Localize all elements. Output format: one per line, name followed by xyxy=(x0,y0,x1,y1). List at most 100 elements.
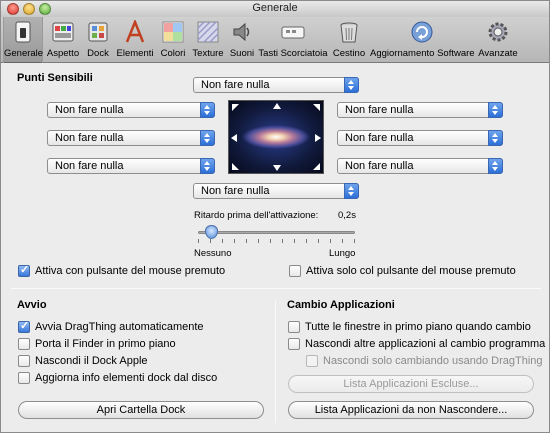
popup-value: Non fare nulla xyxy=(55,160,124,172)
popup-value: Non fare nulla xyxy=(201,79,270,91)
elements-icon xyxy=(125,20,145,43)
activate-with-mouse-checkbox[interactable]: Attiva con pulsante del mouse premuto xyxy=(18,263,226,277)
delay-slider-knob[interactable] xyxy=(205,225,219,239)
tab-texture[interactable]: Texture xyxy=(190,17,226,63)
app-switch-option-all-windows[interactable]: Tutte le finestre in primo piano quando … xyxy=(288,321,531,333)
edge-arrow-right-icon xyxy=(315,134,321,142)
app-switch-option-hide-others[interactable]: Nascondi altre applicazioni al cambio pr… xyxy=(288,338,545,350)
slider-tick xyxy=(354,239,355,243)
tab-elementi[interactable]: Elementi xyxy=(114,17,156,63)
popup-value: Non fare nulla xyxy=(55,132,124,144)
tab-label: Colori xyxy=(160,48,186,59)
startup-option-update-info[interactable]: Aggiorna info elementi dock dal disco xyxy=(18,372,217,384)
popup-arrows-icon xyxy=(344,183,359,199)
appearance-icon xyxy=(52,22,74,42)
startup-option-finder-front[interactable]: Porta il Finder in primo piano xyxy=(18,338,176,350)
tab-label: Aggiornamento Software xyxy=(370,48,475,59)
checkbox-box[interactable] xyxy=(18,319,30,333)
hot-corner-left-middle-popup[interactable]: Non fare nulla xyxy=(47,130,215,146)
corner-arrow-top-left-icon xyxy=(232,104,239,111)
tab-label: Cestino xyxy=(332,48,366,59)
keyboard-icon xyxy=(281,26,305,39)
do-not-hide-apps-list-button[interactable]: Lista Applicazioni da non Nascondere... xyxy=(288,401,534,419)
checkbox-box[interactable] xyxy=(288,321,300,333)
activate-only-mouse-checkbox[interactable]: Attiva solo col pulsante del mouse premu… xyxy=(289,265,516,277)
popup-arrows-icon xyxy=(200,102,215,118)
tab-colori[interactable]: Colori xyxy=(157,17,189,63)
delay-value: 0,2s xyxy=(338,210,356,221)
checkbox-box[interactable] xyxy=(18,372,30,384)
slider-tick xyxy=(342,239,343,243)
tab-aspetto[interactable]: Aspetto xyxy=(44,17,82,63)
section-divider xyxy=(11,288,541,289)
tab-label: Avanzate xyxy=(478,48,518,59)
excluded-apps-list-button: Lista Applicazioni Escluse... xyxy=(288,375,534,393)
corner-arrow-bottom-left-icon xyxy=(232,163,239,170)
tab-suoni[interactable]: Suoni xyxy=(227,17,257,63)
title-bar: Generale xyxy=(1,1,549,17)
slider-tick xyxy=(234,239,235,243)
checkbox-label: Porta il Finder in primo piano xyxy=(35,338,176,350)
preferences-toolbar: Generale Aspetto Dock Elementi Colori Te… xyxy=(1,17,549,63)
hot-corner-bottom-popup[interactable]: Non fare nulla xyxy=(193,183,359,199)
checkbox-box[interactable] xyxy=(288,338,300,350)
edge-arrow-bottom-icon xyxy=(273,165,281,171)
startup-option-launch[interactable]: Avvia DragThing automaticamente xyxy=(18,319,204,333)
checkbox-box[interactable] xyxy=(18,355,30,367)
tab-label: Elementi xyxy=(116,48,154,59)
tab-cestino[interactable]: Cestino xyxy=(329,17,369,63)
hot-corner-right-bottom-popup[interactable]: Non fare nulla xyxy=(337,158,503,174)
slider-tick xyxy=(258,239,259,243)
hot-corner-left-top-popup[interactable]: Non fare nulla xyxy=(47,102,215,118)
corner-arrow-top-right-icon xyxy=(313,104,320,111)
tab-label: Aspetto xyxy=(46,48,80,59)
hot-corner-right-middle-popup[interactable]: Non fare nulla xyxy=(337,130,503,146)
hot-corner-left-bottom-popup[interactable]: Non fare nulla xyxy=(47,158,215,174)
delay-label: Ritardo prima dell'attivazione: xyxy=(194,210,319,221)
slider-tick xyxy=(246,239,247,243)
update-icon xyxy=(411,21,433,43)
popup-value: Non fare nulla xyxy=(345,160,414,172)
checkbox-box[interactable] xyxy=(18,263,30,277)
checkbox-label: Nascondi solo cambiando usando DragThing xyxy=(323,355,543,367)
tab-tasti-scorciatoia[interactable]: Tasti Scorciatoia xyxy=(258,17,328,63)
slider-min-label: Nessuno xyxy=(194,248,232,259)
gear-icon xyxy=(488,22,508,42)
checkbox-label: Attiva con pulsante del mouse premuto xyxy=(35,265,226,277)
tab-label: Generale xyxy=(4,48,44,59)
hot-corner-top-popup[interactable]: Non fare nulla xyxy=(193,77,359,93)
hot-corner-right-top-popup[interactable]: Non fare nulla xyxy=(337,102,503,118)
trash-icon xyxy=(340,22,358,43)
window-title: Generale xyxy=(252,2,298,14)
popup-arrows-icon xyxy=(200,158,215,174)
popup-arrows-icon xyxy=(200,130,215,146)
slider-tick xyxy=(210,239,211,243)
tab-dock[interactable]: Dock xyxy=(83,17,113,63)
slider-tick xyxy=(198,239,199,243)
checkbox-box xyxy=(306,355,318,367)
checkbox-label: Tutte le finestre in primo piano quando … xyxy=(305,321,531,333)
popup-value: Non fare nulla xyxy=(345,104,414,116)
checkbox-label: Nascondi il Dock Apple xyxy=(35,355,148,367)
edge-arrow-left-icon xyxy=(231,134,237,142)
checkbox-box[interactable] xyxy=(18,338,30,350)
column-divider xyxy=(275,301,276,423)
app-switching-section-title: Cambio Applicazioni xyxy=(287,299,395,311)
slider-tick xyxy=(294,239,295,243)
checkbox-box[interactable] xyxy=(289,265,301,277)
startup-option-hide-dock[interactable]: Nascondi il Dock Apple xyxy=(18,355,148,367)
popup-value: Non fare nulla xyxy=(201,185,270,197)
texture-icon xyxy=(197,21,219,43)
tab-aggiornamento-software[interactable]: Aggiornamento Software xyxy=(370,17,475,63)
speaker-icon xyxy=(233,22,250,42)
checkbox-label: Attiva solo col pulsante del mouse premu… xyxy=(306,265,516,277)
dock-icon xyxy=(88,22,108,42)
popup-arrows-icon xyxy=(344,77,359,93)
slider-tick xyxy=(318,239,319,243)
colors-icon xyxy=(162,21,184,43)
tab-avanzate[interactable]: Avanzate xyxy=(475,17,521,63)
delay-slider-track[interactable] xyxy=(198,231,355,234)
desktop-preview xyxy=(228,100,324,174)
tab-generale[interactable]: Generale xyxy=(3,17,43,63)
open-dock-folder-button[interactable]: Apri Cartella Dock xyxy=(18,401,264,419)
